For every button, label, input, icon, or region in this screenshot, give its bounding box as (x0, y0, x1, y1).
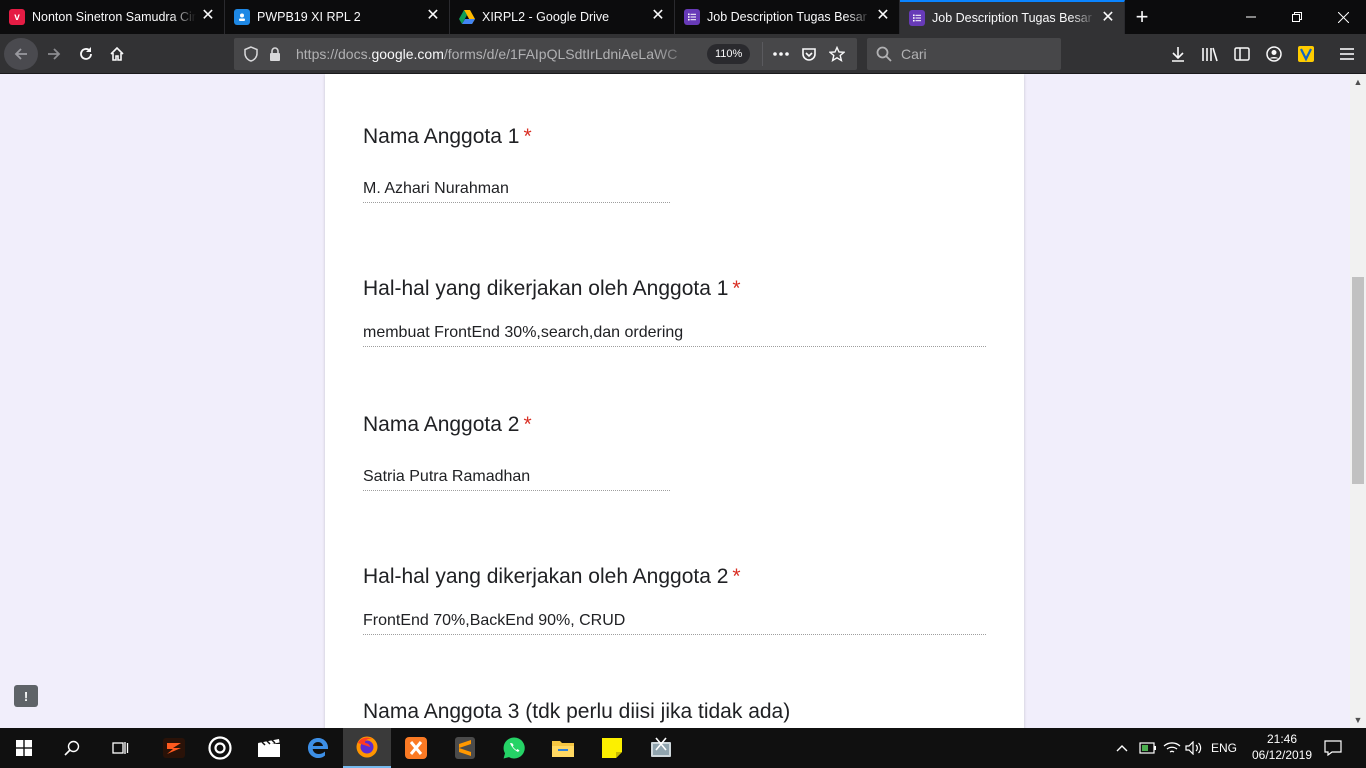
divider (762, 42, 764, 66)
question-tugas-anggota-2: Hal-hal yang dikerjakan oleh Anggota 2 * … (363, 565, 986, 635)
tab-title: PWPB19 XI RPL 2 (257, 10, 361, 24)
answer-input[interactable]: membuat FrontEnd 30%,search,dan ordering (363, 324, 986, 347)
scrollbar-thumb[interactable] (1352, 277, 1364, 484)
question-title: Hal-hal yang dikerjakan oleh Anggota 1 * (363, 277, 741, 300)
report-feedback-button[interactable]: ! (14, 685, 38, 707)
tracking-protection-icon[interactable] (240, 46, 262, 62)
tab-title: Nonton Sinetron Samudra Cinta (32, 10, 196, 24)
answer-input[interactable]: Satria Putra Ramadhan (363, 468, 670, 491)
new-tab-button[interactable]: + (1125, 0, 1159, 34)
tab-google-forms-active[interactable]: Job Description Tugas Besar ga ✕ (900, 0, 1125, 34)
chevron-up-icon[interactable] (1112, 728, 1132, 768)
close-icon[interactable]: ✕ (875, 8, 891, 24)
pocket-icon[interactable] (795, 46, 823, 62)
sidebar-icon[interactable] (1226, 38, 1258, 70)
window-controls (1228, 0, 1366, 34)
navigation-toolbar: https://docs.google.com/forms/d/e/1FAIpQ… (0, 34, 1366, 74)
file-explorer-icon[interactable] (539, 728, 587, 768)
answer-input[interactable]: M. Azhari Nurahman (363, 180, 670, 203)
tab-google-forms[interactable]: Job Description Tugas Besar ga ✕ (675, 0, 900, 34)
clock-time: 21:46 (1266, 732, 1298, 746)
required-asterisk: * (732, 277, 741, 300)
volume-icon[interactable] (1182, 728, 1206, 768)
url-bar[interactable]: https://docs.google.com/forms/d/e/1FAIpQ… (234, 38, 857, 70)
system-clock[interactable]: 21:46 06/12/2019 (1243, 731, 1321, 763)
page-actions-menu-icon[interactable] (767, 52, 795, 56)
tab-bar: v Nonton Sinetron Samudra Cinta ✕ PWPB19… (0, 0, 1366, 34)
google-forms-icon (684, 9, 700, 25)
tab-title: XIRPL2 - Google Drive (482, 10, 610, 24)
media-icon[interactable] (196, 728, 244, 768)
start-icon[interactable] (0, 728, 48, 768)
reload-button[interactable] (70, 38, 102, 70)
question-title: Nama Anggota 2 * (363, 413, 532, 436)
game-app-icon[interactable] (150, 728, 198, 768)
library-icon[interactable] (1194, 38, 1226, 70)
question-title: Hal-hal yang dikerjakan oleh Anggota 2 * (363, 565, 741, 588)
firefox-icon[interactable] (343, 728, 391, 768)
question-tugas-anggota-1: Hal-hal yang dikerjakan oleh Anggota 1 * … (363, 277, 986, 347)
home-button[interactable] (101, 38, 133, 70)
required-asterisk: * (523, 413, 532, 436)
back-button[interactable] (4, 38, 38, 70)
battery-icon[interactable] (1136, 728, 1160, 768)
tab-classroom[interactable]: PWPB19 XI RPL 2 ✕ (225, 0, 450, 34)
downloads-icon[interactable] (1162, 38, 1194, 70)
tab-vidio[interactable]: v Nonton Sinetron Samudra Cinta ✕ (0, 0, 225, 34)
search-placeholder: Cari (901, 46, 927, 62)
account-icon[interactable] (1258, 38, 1290, 70)
scroll-down-arrow-icon[interactable]: ▼ (1350, 712, 1366, 728)
vidio-icon: v (9, 9, 25, 25)
question-title: Nama Anggota 3 (tdk perlu diisi jika tid… (363, 700, 791, 723)
xampp-icon[interactable] (392, 728, 440, 768)
required-asterisk: * (523, 125, 532, 148)
google-classroom-icon (234, 9, 250, 25)
question-nama-anggota-3: Nama Anggota 3 (tdk perlu diisi jika tid… (363, 700, 790, 724)
wifi-icon[interactable] (1160, 728, 1184, 768)
bookmark-star-icon[interactable] (823, 46, 851, 62)
edge-icon[interactable] (294, 728, 342, 768)
google-drive-icon (459, 9, 475, 25)
page-viewport: Nama Anggota 1 * M. Azhari Nurahman Hal-h… (0, 74, 1350, 728)
answer-input[interactable]: FrontEnd 70%,BackEnd 90%, CRUD (363, 612, 986, 635)
notifications-icon[interactable] (1318, 728, 1348, 768)
tab-title: Job Description Tugas Besar ga (707, 10, 871, 24)
required-asterisk: * (732, 565, 741, 588)
forward-button[interactable] (38, 38, 70, 70)
menu-icon[interactable] (1331, 38, 1363, 70)
extension-v-icon[interactable] (1290, 38, 1322, 70)
close-icon[interactable]: ✕ (425, 8, 441, 24)
scroll-up-arrow-icon[interactable]: ▲ (1350, 74, 1366, 90)
whatsapp-icon[interactable] (490, 728, 538, 768)
close-icon[interactable]: ✕ (200, 8, 216, 24)
sticky-notes-icon[interactable] (588, 728, 636, 768)
tab-title: Job Description Tugas Besar ga (932, 11, 1096, 25)
question-nama-anggota-2: Nama Anggota 2 * Satria Putra Ramadhan (363, 413, 670, 491)
search-icon[interactable] (48, 728, 96, 768)
minimize-icon[interactable] (1228, 0, 1274, 34)
window-close-icon[interactable] (1320, 0, 1366, 34)
question-nama-anggota-1: Nama Anggota 1 * M. Azhari Nurahman (363, 125, 670, 203)
search-bar[interactable]: Cari (867, 38, 1061, 70)
language-indicator[interactable]: ENG (1207, 728, 1241, 768)
clock-date: 06/12/2019 (1251, 748, 1313, 762)
tab-google-drive[interactable]: XIRPL2 - Google Drive ✕ (450, 0, 675, 34)
search-icon (876, 46, 892, 62)
restore-icon[interactable] (1274, 0, 1320, 34)
snipping-icon[interactable] (637, 728, 685, 768)
sublime-icon[interactable] (441, 728, 489, 768)
google-forms-icon (909, 10, 925, 26)
url-text[interactable]: https://docs.google.com/forms/d/e/1FAIpQ… (296, 46, 701, 62)
windows-taskbar: ENG 21:46 06/12/2019 (0, 728, 1366, 768)
close-icon[interactable]: ✕ (1100, 10, 1116, 26)
task-view-icon[interactable] (96, 728, 144, 768)
zoom-level-badge[interactable]: 110% (707, 44, 751, 64)
page-scrollbar[interactable]: ▲ ▼ (1350, 74, 1366, 728)
question-title: Nama Anggota 1 * (363, 125, 532, 148)
lock-icon[interactable] (264, 47, 286, 61)
movies-icon[interactable] (245, 728, 293, 768)
close-icon[interactable]: ✕ (650, 8, 666, 24)
form-card: Nama Anggota 1 * M. Azhari Nurahman Hal-h… (325, 74, 1024, 728)
